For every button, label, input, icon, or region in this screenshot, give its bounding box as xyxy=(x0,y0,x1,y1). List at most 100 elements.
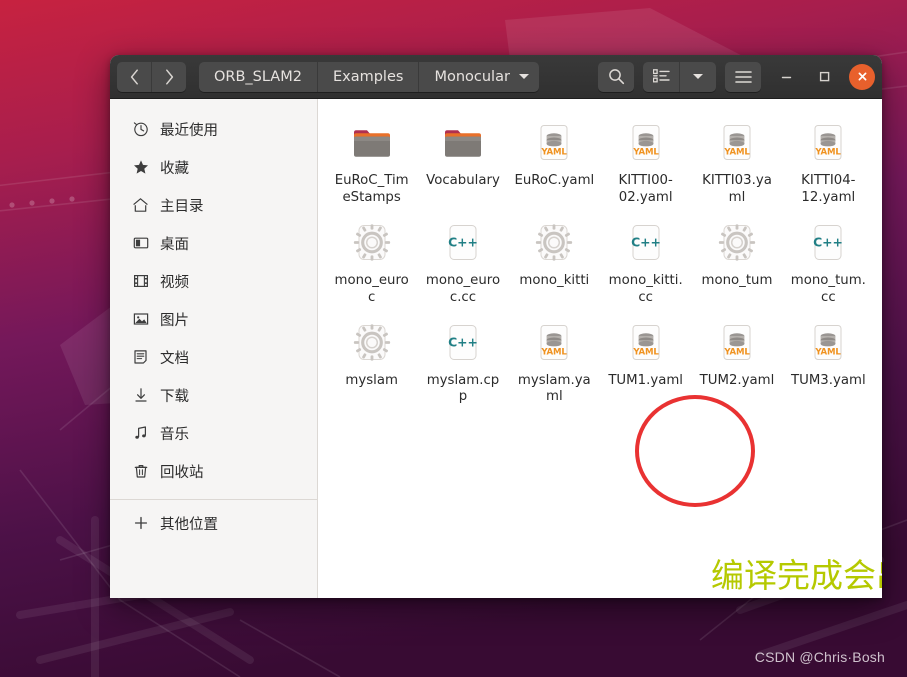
sidebar-item-music[interactable]: 音乐 xyxy=(110,414,317,452)
close-button[interactable] xyxy=(849,63,875,90)
file-grid-view[interactable]: EuRoC_TimeStamps Vocabulary YAML EuRoC.yaml… xyxy=(318,99,882,598)
file-item[interactable]: mono_euroc xyxy=(326,211,417,307)
back-button[interactable] xyxy=(117,61,152,92)
sidebar-item-videos[interactable]: 视频 xyxy=(110,262,317,300)
executable-gear-icon xyxy=(536,224,573,261)
file-label: KITTI04-12.yaml xyxy=(801,173,856,205)
navigation-button-group xyxy=(117,61,186,92)
sidebar-item-label: 图片 xyxy=(160,312,189,329)
sidebar-item-desktop[interactable]: 桌面 xyxy=(110,224,317,262)
yaml-file-icon: YAML xyxy=(815,125,842,160)
file-label: mono_euroc xyxy=(334,272,409,305)
file-item[interactable]: mono_kitti xyxy=(509,211,600,307)
sidebar-item-pictures[interactable]: 图片 xyxy=(110,300,317,338)
file-label: myslam.yaml xyxy=(517,372,591,405)
file-icon xyxy=(439,119,487,167)
cpp-file-icon: C++ xyxy=(448,324,478,360)
window-body: 最近使用 收藏 主目录 桌面 视频 图片 文档 下载 音乐 回收站 其他位置 E… xyxy=(110,99,882,598)
svg-text:YAML: YAML xyxy=(632,347,659,357)
sidebar-item-trash[interactable]: 回收站 xyxy=(110,452,317,490)
file-item[interactable]: C++ mono_kitti.cc xyxy=(600,211,691,307)
breadcrumb-item-orb-slam2[interactable]: ORB_SLAM2 xyxy=(199,61,318,92)
music-note-icon xyxy=(132,425,149,442)
file-label: mono_tum.cc xyxy=(790,272,866,305)
svg-text:C++: C++ xyxy=(448,334,478,349)
list-view-button[interactable] xyxy=(643,61,680,92)
file-item[interactable]: YAML EuRoC.yaml xyxy=(509,111,600,207)
svg-text:YAML: YAML xyxy=(541,147,568,157)
file-item[interactable]: Vocabulary xyxy=(417,111,508,207)
file-item[interactable]: C++ mono_euroc.cc xyxy=(417,211,508,307)
sidebar-item-label: 收藏 xyxy=(160,160,189,177)
file-item[interactable]: myslam xyxy=(326,311,417,407)
svg-text:YAML: YAML xyxy=(815,347,842,357)
search-button[interactable] xyxy=(598,61,634,92)
breadcrumb-label: Monocular xyxy=(434,68,510,85)
file-icon xyxy=(348,319,396,367)
file-item[interactable]: YAML TUM2.yaml xyxy=(691,311,782,407)
sidebar-item-documents[interactable]: 文档 xyxy=(110,338,317,376)
sidebar-item-label: 最近使用 xyxy=(160,122,218,139)
svg-text:YAML: YAML xyxy=(723,147,750,157)
main-menu-button[interactable] xyxy=(725,61,761,92)
home-icon xyxy=(132,197,149,214)
maximize-button[interactable] xyxy=(811,64,837,90)
chevron-left-icon xyxy=(130,68,138,85)
view-options-dropdown[interactable] xyxy=(680,61,716,92)
file-item[interactable]: C++ mono_tum.cc xyxy=(783,211,874,307)
breadcrumb-label: ORB_SLAM2 xyxy=(214,68,302,85)
sidebar-item-label: 下载 xyxy=(160,388,189,405)
sidebar-item-recent[interactable]: 最近使用 xyxy=(110,110,317,148)
yaml-file-icon: YAML xyxy=(632,324,659,360)
file-item[interactable]: YAML KITTI03.yaml xyxy=(691,111,782,207)
file-label: mono_kitti.cc xyxy=(608,272,683,305)
file-label: myslam xyxy=(345,372,398,388)
cpp-file-icon: C++ xyxy=(448,224,478,260)
sidebar-item-label: 桌面 xyxy=(160,236,189,253)
forward-button[interactable] xyxy=(152,61,186,92)
yaml-file-icon: YAML xyxy=(723,324,751,360)
file-item[interactable]: YAML KITTI00-02.yaml xyxy=(600,111,691,207)
file-item[interactable]: C++ myslam.cpp xyxy=(417,311,508,407)
sidebar-item-downloads[interactable]: 下载 xyxy=(110,376,317,414)
svg-text:C++: C++ xyxy=(631,234,661,249)
sidebar-item-label: 其他位置 xyxy=(160,516,218,533)
file-icon: YAML xyxy=(713,119,761,167)
download-icon xyxy=(132,387,149,404)
file-item[interactable]: mono_tum xyxy=(691,211,782,307)
close-icon xyxy=(858,72,866,81)
file-item[interactable]: YAML TUM3.yaml xyxy=(783,311,874,407)
sidebar-item-starred[interactable]: 收藏 xyxy=(110,148,317,186)
breadcrumb-item-monocular[interactable]: Monocular xyxy=(419,61,539,92)
file-icon: C++ xyxy=(804,219,852,267)
plus-icon xyxy=(132,515,149,532)
file-icon xyxy=(348,219,396,267)
trash-icon xyxy=(132,463,149,480)
file-icon: YAML xyxy=(804,319,852,367)
breadcrumb-item-examples[interactable]: Examples xyxy=(317,61,420,92)
sidebar-item-home[interactable]: 主目录 xyxy=(110,186,317,224)
file-grid: EuRoC_TimeStamps Vocabulary YAML EuRoC.yaml… xyxy=(318,99,882,406)
file-icon: YAML xyxy=(713,319,761,367)
desktop-icon xyxy=(132,235,149,252)
yaml-file-icon: YAML xyxy=(541,324,568,360)
file-icon: YAML xyxy=(530,119,578,167)
file-label: TUM2.yaml xyxy=(699,372,775,388)
places-sidebar: 最近使用 收藏 主目录 桌面 视频 图片 文档 下载 音乐 回收站 其他位置 xyxy=(110,99,318,598)
star-icon xyxy=(132,159,149,176)
folder-icon xyxy=(353,130,390,157)
sidebar-item-other-locations[interactable]: 其他位置 xyxy=(110,504,317,542)
file-icon xyxy=(713,219,761,267)
list-view-icon xyxy=(652,69,670,83)
file-item[interactable]: YAML myslam.yaml xyxy=(509,311,600,407)
file-item[interactable]: YAML TUM1.yaml xyxy=(600,311,691,407)
annotation-note-text: 编译完成会出现myslam这个 可执行文件 xyxy=(711,556,882,595)
minimize-button[interactable] xyxy=(773,64,799,90)
file-item[interactable]: YAML KITTI04-12.yaml xyxy=(783,111,874,207)
chevron-right-icon xyxy=(165,68,173,85)
cpp-file-icon: C++ xyxy=(631,224,661,260)
chevron-down-icon xyxy=(518,74,529,79)
file-icon: C++ xyxy=(439,319,487,367)
breadcrumb-label: Examples xyxy=(332,68,404,85)
file-item[interactable]: EuRoC_TimeStamps xyxy=(326,111,417,207)
